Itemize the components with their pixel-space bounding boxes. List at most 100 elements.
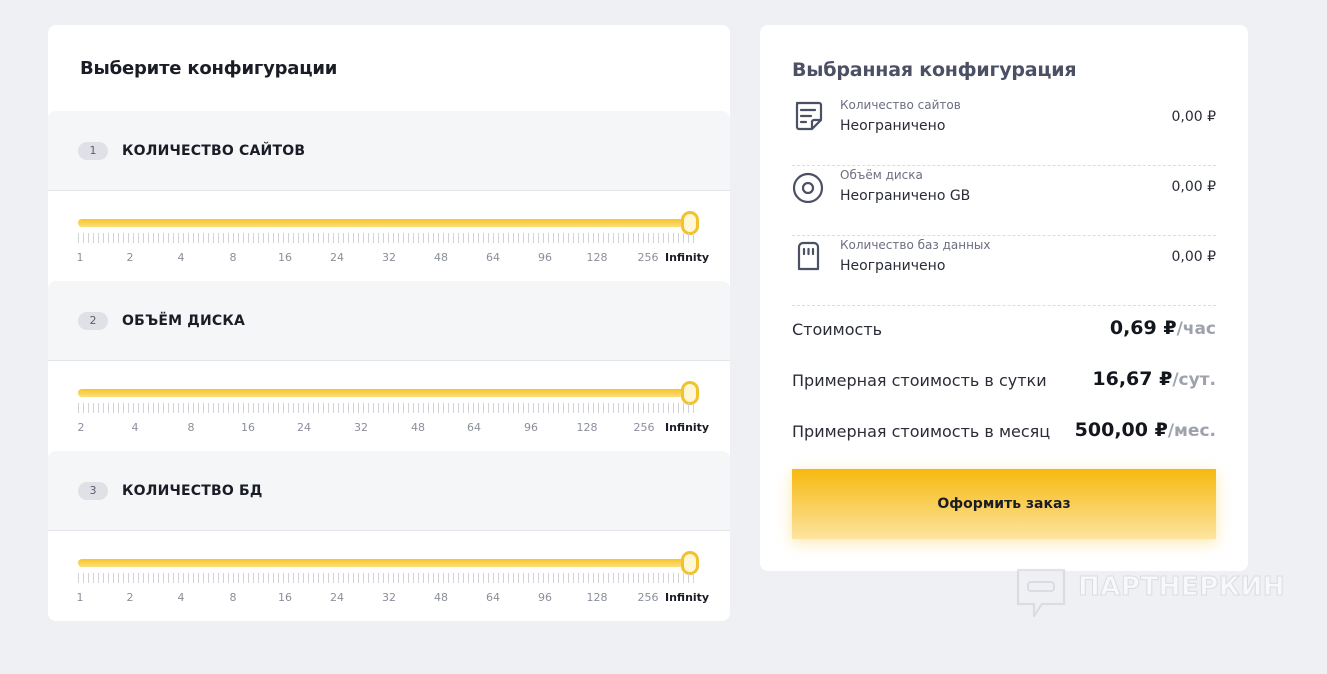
tick-label-selected[interactable]: Infinity — [665, 591, 709, 604]
cost-value: 0,69 ₽/час — [1110, 317, 1216, 339]
section-title: КОЛИЧЕСТВО САЙТОВ — [122, 143, 306, 159]
summary-item-databases: Количество баз данных Неограничено 0,00 … — [792, 236, 1216, 306]
slider-ticks — [78, 573, 694, 583]
summary-item-value: Неограничено — [840, 258, 946, 274]
tick-label[interactable]: 24 — [330, 591, 344, 604]
tick-label[interactable]: 48 — [434, 251, 448, 264]
tick-label[interactable]: 8 — [230, 591, 237, 604]
section-header: 1 КОЛИЧЕСТВО САЙТОВ — [48, 111, 730, 191]
tick-label-selected[interactable]: Infinity — [665, 421, 709, 434]
slider-track[interactable] — [78, 219, 690, 227]
tick-label[interactable]: 2 — [78, 421, 85, 434]
tick-label[interactable]: 96 — [538, 251, 552, 264]
slider-handle[interactable] — [681, 551, 699, 575]
configuration-panel: Выберите конфигурации 1 КОЛИЧЕСТВО САЙТО… — [48, 25, 730, 621]
slider-handle[interactable] — [681, 381, 699, 405]
tick-label[interactable]: 2 — [127, 251, 134, 264]
slider-ticks — [78, 233, 694, 243]
tick-label[interactable]: 128 — [587, 251, 608, 264]
tick-label[interactable]: 256 — [638, 251, 659, 264]
tick-label[interactable]: 4 — [132, 421, 139, 434]
section-header: 2 ОБЪЁМ ДИСКА — [48, 281, 730, 361]
disk-size-section: 2 ОБЪЁМ ДИСКА 2 4 8 16 24 32 48 64 96 12… — [48, 281, 730, 451]
tick-label[interactable]: 24 — [330, 251, 344, 264]
cost-hourly: Стоимость 0,69 ₽/час — [792, 315, 1216, 345]
cost-unit: /мес. — [1167, 421, 1216, 441]
summary-item-label: Количество баз данных — [840, 238, 991, 252]
tick-label[interactable]: 64 — [467, 421, 481, 434]
summary-item-value: Неограничено — [840, 118, 946, 134]
watermark-text: ПАРТНЕРКИН — [1077, 572, 1286, 603]
tick-label[interactable]: 32 — [382, 251, 396, 264]
summary-item-disk: Объём диска Неограничено GB 0,00 ₽ — [792, 166, 1216, 236]
database-icon — [797, 241, 820, 271]
tick-label[interactable]: 16 — [278, 591, 292, 604]
slider-fill — [78, 219, 690, 227]
tick-label[interactable]: 96 — [538, 591, 552, 604]
cost-daily: Примерная стоимость в сутки 16,67 ₽/сут. — [792, 366, 1216, 396]
slider-handle[interactable] — [681, 211, 699, 235]
summary-title: Выбранная конфигурация — [792, 59, 1077, 81]
partnerkin-logo-icon — [1016, 568, 1066, 618]
cost-label: Стоимость — [792, 320, 883, 339]
section-number-badge: 2 — [78, 312, 108, 330]
tick-label[interactable]: 48 — [411, 421, 425, 434]
section-header: 3 КОЛИЧЕСТВО БД — [48, 451, 730, 531]
summary-item-value: Неограничено GB — [840, 188, 971, 204]
tick-label-selected[interactable]: Infinity — [665, 251, 709, 264]
databases-count-slider[interactable]: 1 2 4 8 16 24 32 48 64 96 128 256 Infini… — [77, 551, 709, 611]
section-title: КОЛИЧЕСТВО БД — [122, 483, 263, 499]
selected-configuration-panel: Выбранная конфигурация Количество сайтов… — [760, 25, 1248, 571]
tick-label[interactable]: 128 — [577, 421, 598, 434]
slider-track[interactable] — [78, 389, 690, 397]
place-order-button[interactable]: Оформить заказ — [792, 469, 1216, 539]
cost-amount: 0,69 ₽ — [1109, 317, 1177, 339]
tick-label[interactable]: 16 — [241, 421, 255, 434]
tick-label[interactable]: 4 — [178, 591, 185, 604]
sites-count-slider[interactable]: 1 2 4 8 16 24 32 48 64 96 128 256 Infini… — [77, 211, 709, 271]
tick-label[interactable]: 8 — [230, 251, 237, 264]
summary-item-label: Количество сайтов — [840, 98, 961, 112]
tick-label[interactable]: 24 — [297, 421, 311, 434]
watermark: ПАРТНЕРКИН — [1014, 566, 1285, 622]
tick-label[interactable]: 64 — [486, 251, 500, 264]
tick-label[interactable]: 256 — [634, 421, 655, 434]
tick-label[interactable]: 128 — [587, 591, 608, 604]
tick-label[interactable]: 1 — [77, 251, 84, 264]
tick-label[interactable]: 8 — [188, 421, 195, 434]
summary-item-sites: Количество сайтов Неограничено 0,00 ₽ — [792, 96, 1216, 166]
tick-label[interactable]: 2 — [127, 591, 134, 604]
disk-size-slider[interactable]: 2 4 8 16 24 32 48 64 96 128 256 Infinity — [78, 381, 709, 441]
slider-ticks — [78, 403, 694, 413]
sites-document-icon — [795, 101, 823, 131]
cost-monthly: Примерная стоимость в месяц 500,00 ₽/мес… — [792, 417, 1216, 447]
summary-item-price: 0,00 ₽ — [1171, 109, 1216, 125]
summary-item-label: Объём диска — [840, 168, 923, 182]
slider-fill — [78, 559, 690, 567]
tick-label[interactable]: 32 — [382, 591, 396, 604]
cost-value: 500,00 ₽/мес. — [1075, 419, 1216, 441]
section-number-badge: 1 — [78, 142, 108, 160]
slider-track[interactable] — [78, 559, 690, 567]
tick-label[interactable]: 48 — [434, 591, 448, 604]
tick-label[interactable]: 4 — [178, 251, 185, 264]
tick-label[interactable]: 96 — [524, 421, 538, 434]
sites-count-section: 1 КОЛИЧЕСТВО САЙТОВ 1 2 4 8 16 24 32 48 … — [48, 111, 730, 281]
cost-amount: 16,67 ₽ — [1092, 368, 1173, 390]
cost-value: 16,67 ₽/сут. — [1092, 368, 1216, 390]
cost-label: Примерная стоимость в месяц — [792, 422, 1051, 441]
cost-label: Примерная стоимость в сутки — [792, 371, 1047, 390]
tick-label[interactable]: 16 — [278, 251, 292, 264]
tick-label[interactable]: 256 — [638, 591, 659, 604]
cost-unit: /сут. — [1172, 370, 1216, 390]
tick-label[interactable]: 64 — [486, 591, 500, 604]
cost-amount: 500,00 ₽ — [1074, 419, 1168, 441]
disk-icon — [792, 172, 824, 203]
section-title: ОБЪЁМ ДИСКА — [122, 313, 246, 329]
databases-count-section: 3 КОЛИЧЕСТВО БД 1 2 4 8 16 24 32 48 64 9… — [48, 451, 730, 621]
tick-label[interactable]: 32 — [354, 421, 368, 434]
summary-item-price: 0,00 ₽ — [1171, 179, 1216, 195]
tick-label[interactable]: 1 — [77, 591, 84, 604]
section-number-badge: 3 — [78, 482, 108, 500]
cost-unit: /час — [1176, 319, 1216, 339]
